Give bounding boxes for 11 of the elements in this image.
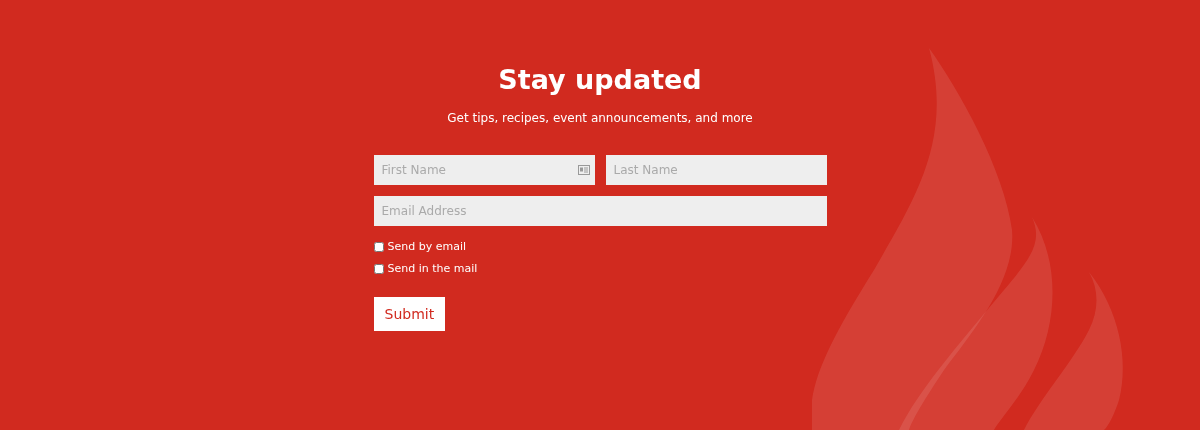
checkbox[interactable] [373, 264, 384, 274]
input-field[interactable]: Last Name [605, 155, 827, 185]
input-field[interactable]: First Name [373, 155, 595, 185]
submit-button[interactable]: Submit [373, 297, 446, 331]
checkbox-label: Send by email [387, 239, 467, 255]
checkbox-label: Send in the mail [387, 261, 478, 277]
checkbox[interactable] [373, 242, 384, 252]
subheading: Get tips, recipes, event announcements, and more [446, 110, 754, 126]
input-field[interactable]: Email Address [373, 196, 827, 226]
heading: Stay updated [497, 63, 703, 97]
contact-card-icon [577, 165, 590, 175]
